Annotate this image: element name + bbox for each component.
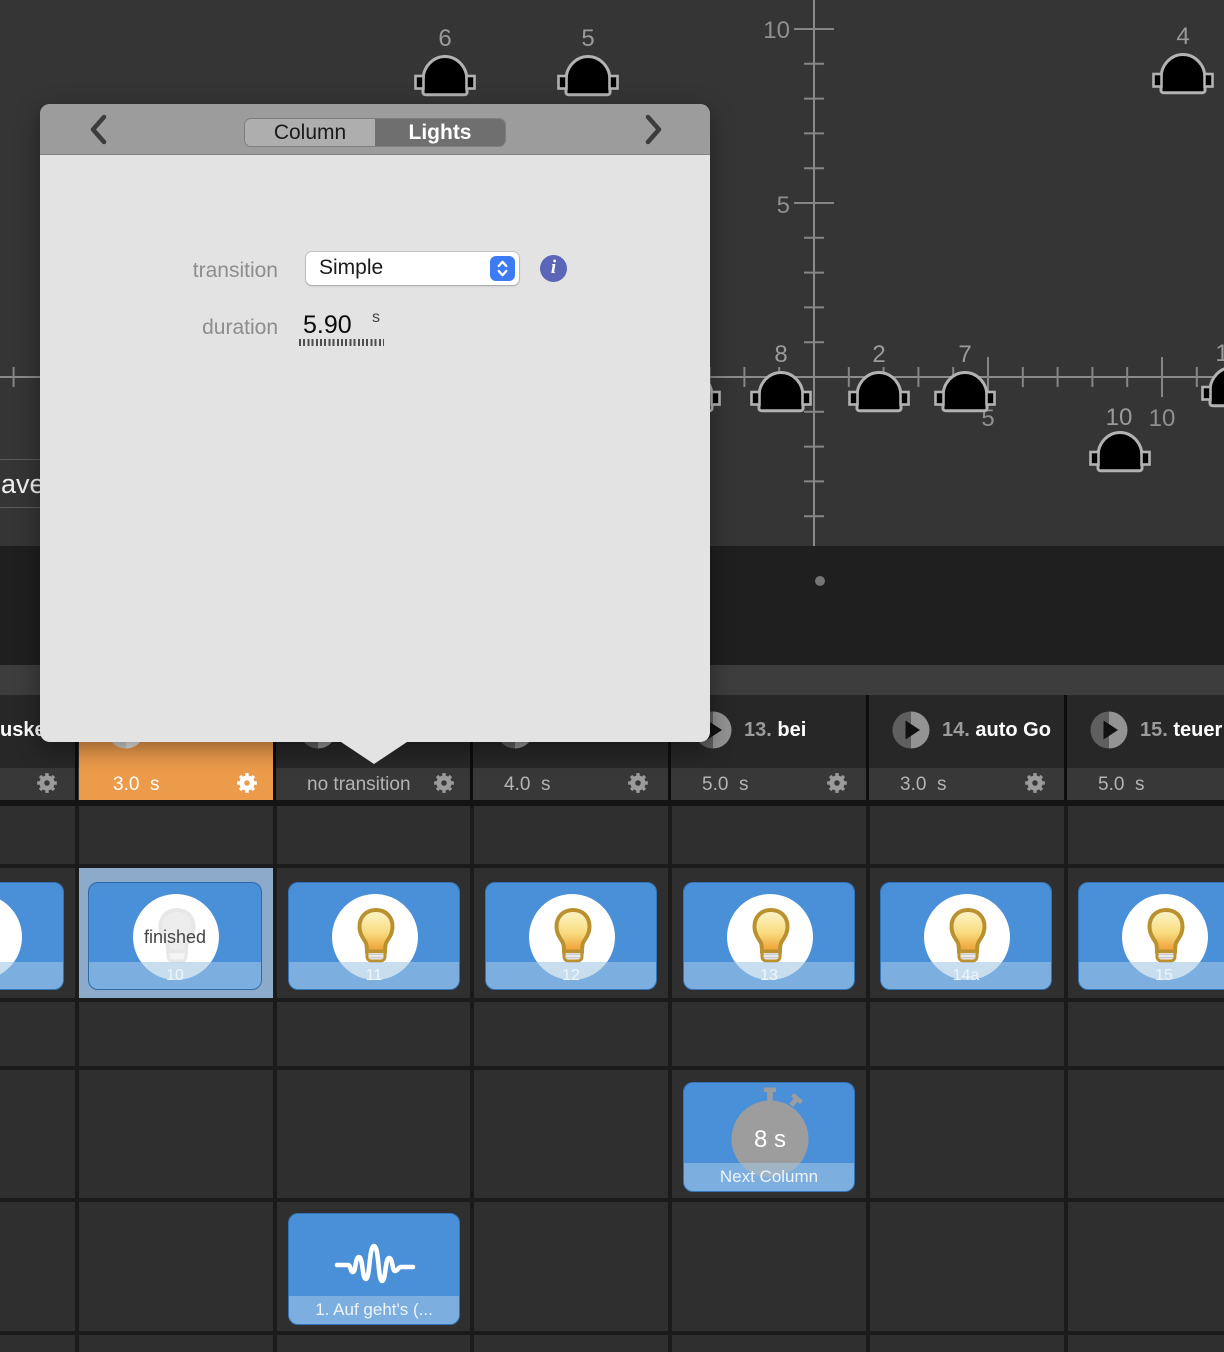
svg-text:2: 2	[872, 341, 885, 368]
svg-text:10: 10	[1149, 405, 1176, 432]
svg-text:6: 6	[438, 25, 451, 52]
svg-text:1: 1	[1215, 340, 1224, 367]
svg-text:8 s: 8 s	[754, 1126, 786, 1153]
svg-text:10: 10	[1106, 404, 1133, 431]
svg-text:7: 7	[958, 341, 971, 368]
svg-text:10: 10	[763, 17, 790, 44]
svg-text:5: 5	[777, 192, 790, 219]
svg-text:4: 4	[1176, 23, 1189, 50]
svg-text:8: 8	[774, 341, 787, 368]
svg-text:5: 5	[581, 25, 594, 52]
